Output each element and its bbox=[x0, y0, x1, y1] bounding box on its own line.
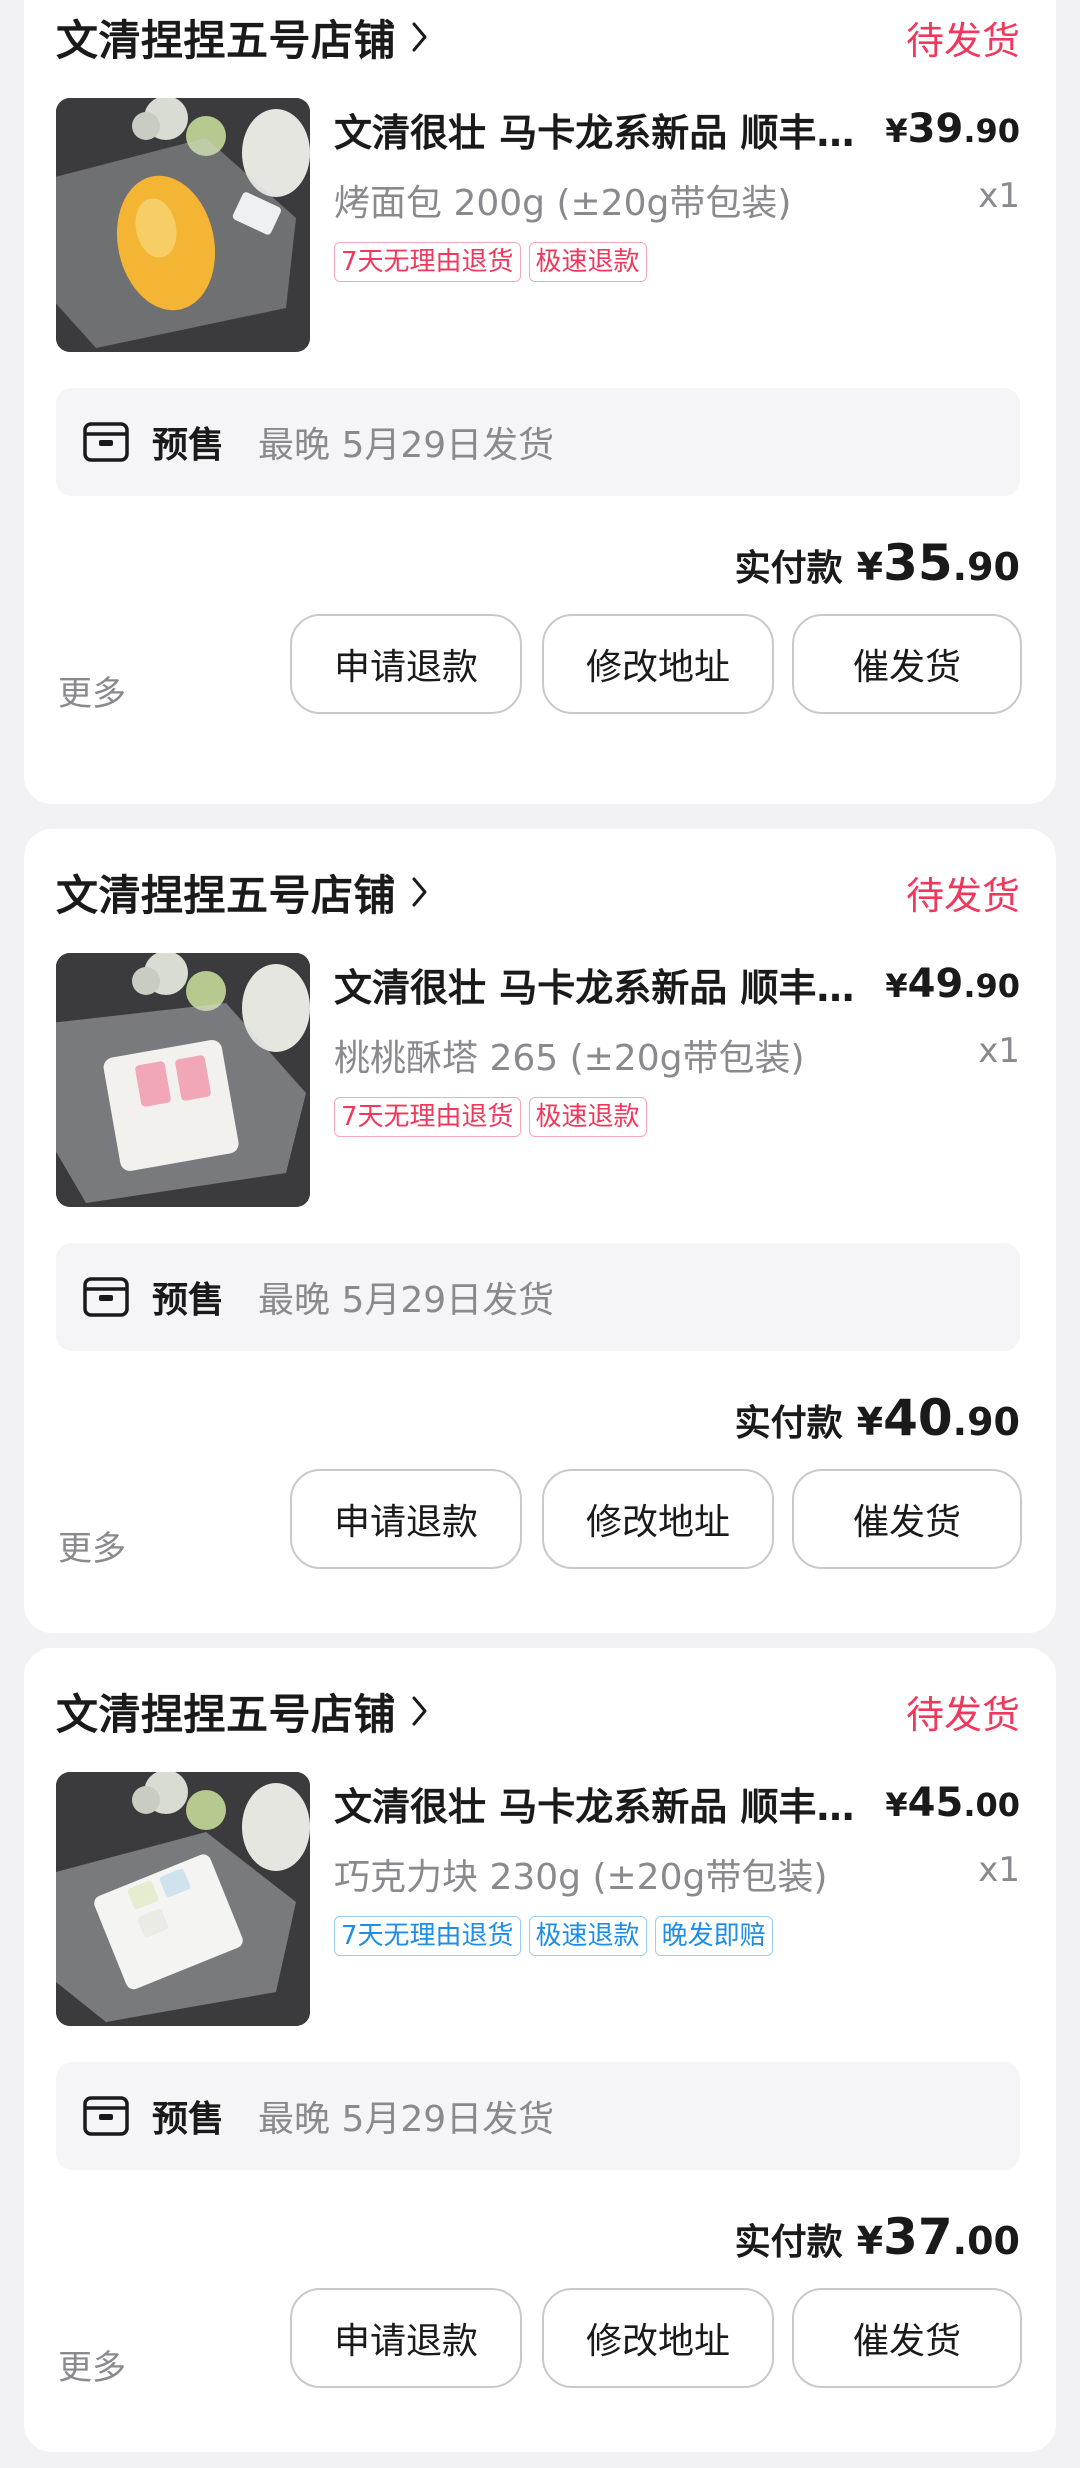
order-card[interactable]: 文清捏捏五号店铺 待发货 文清很壮 马卡龙系新品 顺丰包邮 ¥49.90 桃桃酥… bbox=[24, 829, 1056, 1633]
price-currency: ¥ bbox=[885, 967, 908, 1005]
product-title[interactable]: 文清很壮 马卡龙系新品 顺丰包邮 bbox=[334, 102, 864, 157]
price-decimal: .00 bbox=[963, 1786, 1020, 1824]
service-tags: 7天无理由退货 极速退款 bbox=[334, 1097, 647, 1137]
chevron-right-icon bbox=[410, 20, 430, 54]
shop-link[interactable]: 文清捏捏五号店铺 bbox=[56, 862, 430, 923]
order-card[interactable]: 文清捏捏五号店铺 待发货 文清很壮 马卡龙系新品 顺丰包邮 ¥39.90 烤面包… bbox=[24, 0, 1056, 804]
product-image[interactable] bbox=[56, 98, 310, 352]
price-integer: 39 bbox=[907, 106, 964, 152]
paid-integer: 35 bbox=[883, 534, 953, 592]
apply-refund-button[interactable]: 申请退款 bbox=[290, 1469, 522, 1569]
urge-shipment-button[interactable]: 催发货 bbox=[792, 614, 1022, 714]
presale-box-icon bbox=[82, 421, 130, 463]
service-tag: 极速退款 bbox=[528, 242, 647, 282]
product-quantity: x1 bbox=[978, 1031, 1020, 1071]
urge-shipment-button[interactable]: 催发货 bbox=[792, 1469, 1022, 1569]
change-address-button[interactable]: 修改地址 bbox=[542, 614, 774, 714]
order-status: 待发货 bbox=[905, 1692, 1020, 1737]
order-card[interactable]: 文清捏捏五号店铺 待发货 文清很壮 马卡龙系新品 顺丰包邮 ¥45.00 巧克力… bbox=[24, 1648, 1056, 2452]
presale-info: 预售 最晚 5月29日发货 bbox=[56, 1243, 1020, 1351]
presale-info: 预售 最晚 5月29日发货 bbox=[56, 2062, 1020, 2170]
chevron-right-icon bbox=[410, 875, 430, 909]
service-tags: 7天无理由退货 极速退款 晚发即赔 bbox=[334, 1916, 773, 1956]
product-price: ¥49.90 bbox=[885, 961, 1020, 1007]
presale-box-icon bbox=[82, 2095, 130, 2137]
paid-label: 实付款 bbox=[734, 1403, 843, 1444]
product-price: ¥45.00 bbox=[885, 1780, 1020, 1826]
apply-refund-button[interactable]: 申请退款 bbox=[290, 2288, 522, 2388]
order-header: 文清捏捏五号店铺 待发货 bbox=[56, 857, 1020, 927]
shop-link[interactable]: 文清捏捏五号店铺 bbox=[56, 1681, 430, 1742]
presale-ship-date: 最晚 5月29日发货 bbox=[258, 425, 555, 466]
shop-name: 文清捏捏五号店铺 bbox=[56, 1689, 397, 1739]
chevron-right-icon bbox=[410, 1694, 430, 1728]
presale-info: 预售 最晚 5月29日发货 bbox=[56, 388, 1020, 496]
service-tag: 7天无理由退货 bbox=[334, 1916, 521, 1956]
price-decimal: .90 bbox=[963, 967, 1020, 1005]
service-tags: 7天无理由退货 极速退款 bbox=[334, 242, 647, 282]
shop-name: 文清捏捏五号店铺 bbox=[56, 870, 397, 920]
presale-label: 预售 bbox=[152, 2099, 225, 2140]
price-currency: ¥ bbox=[885, 1786, 908, 1824]
service-tag: 7天无理由退货 bbox=[334, 1097, 521, 1137]
product-price: ¥39.90 bbox=[885, 106, 1020, 152]
more-button[interactable]: 更多 bbox=[58, 666, 126, 715]
shop-link[interactable]: 文清捏捏五号店铺 bbox=[56, 7, 430, 68]
paid-decimal: .90 bbox=[952, 545, 1020, 589]
paid-currency: ¥ bbox=[856, 1400, 884, 1444]
order-status: 待发货 bbox=[905, 873, 1020, 918]
shop-name: 文清捏捏五号店铺 bbox=[56, 15, 397, 65]
product-image[interactable] bbox=[56, 953, 310, 1207]
product-title[interactable]: 文清很壮 马卡龙系新品 顺丰包邮 bbox=[334, 957, 864, 1012]
service-tag: 7天无理由退货 bbox=[334, 242, 521, 282]
paid-label: 实付款 bbox=[734, 2222, 843, 2263]
order-status: 待发货 bbox=[905, 18, 1020, 63]
product-spec: 桃桃酥塔 265 (±20g带包装) bbox=[334, 1038, 805, 1079]
presale-label: 预售 bbox=[152, 425, 225, 466]
paid-decimal: .90 bbox=[952, 1400, 1020, 1444]
urge-shipment-button[interactable]: 催发货 bbox=[792, 2288, 1022, 2388]
paid-label: 实付款 bbox=[734, 548, 843, 589]
price-integer: 45 bbox=[907, 1780, 964, 1826]
change-address-button[interactable]: 修改地址 bbox=[542, 1469, 774, 1569]
paid-amount: 实付款 ¥37.00 bbox=[735, 2208, 1020, 2266]
order-list: 文清捏捏五号店铺 待发货 文清很壮 马卡龙系新品 顺丰包邮 ¥39.90 烤面包… bbox=[0, 0, 1080, 2468]
order-header: 文清捏捏五号店铺 待发货 bbox=[56, 2, 1020, 72]
paid-decimal: .00 bbox=[952, 2219, 1020, 2263]
price-currency: ¥ bbox=[885, 112, 908, 150]
paid-amount: 实付款 ¥40.90 bbox=[735, 1389, 1020, 1447]
presale-label: 预售 bbox=[152, 1280, 225, 1321]
service-tag: 晚发即赔 bbox=[654, 1916, 773, 1956]
service-tag: 极速退款 bbox=[528, 1097, 647, 1137]
product-spec: 巧克力块 230g (±20g带包装) bbox=[334, 1857, 828, 1898]
apply-refund-button[interactable]: 申请退款 bbox=[290, 614, 522, 714]
paid-currency: ¥ bbox=[856, 2219, 884, 2263]
order-header: 文清捏捏五号店铺 待发货 bbox=[56, 1676, 1020, 1746]
more-button[interactable]: 更多 bbox=[58, 2340, 126, 2389]
paid-integer: 40 bbox=[883, 1389, 953, 1447]
product-quantity: x1 bbox=[978, 176, 1020, 216]
product-spec: 烤面包 200g (±20g带包装) bbox=[334, 183, 792, 224]
service-tag: 极速退款 bbox=[528, 1916, 647, 1956]
paid-integer: 37 bbox=[883, 2208, 953, 2266]
change-address-button[interactable]: 修改地址 bbox=[542, 2288, 774, 2388]
price-integer: 49 bbox=[907, 961, 964, 1007]
more-button[interactable]: 更多 bbox=[58, 1521, 126, 1570]
product-image[interactable] bbox=[56, 1772, 310, 2026]
presale-box-icon bbox=[82, 1276, 130, 1318]
presale-ship-date: 最晚 5月29日发货 bbox=[258, 1280, 555, 1321]
paid-amount: 实付款 ¥35.90 bbox=[735, 534, 1020, 592]
product-title[interactable]: 文清很壮 马卡龙系新品 顺丰包邮 bbox=[334, 1776, 864, 1831]
paid-currency: ¥ bbox=[856, 545, 884, 589]
price-decimal: .90 bbox=[963, 112, 1020, 150]
product-quantity: x1 bbox=[978, 1850, 1020, 1890]
presale-ship-date: 最晚 5月29日发货 bbox=[258, 2099, 555, 2140]
